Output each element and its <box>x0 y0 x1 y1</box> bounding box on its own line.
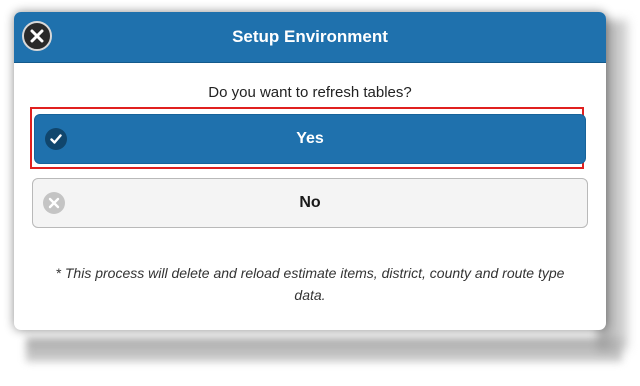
no-button[interactable]: No <box>32 178 588 228</box>
dialog-shadow-bottom <box>26 338 622 362</box>
yes-button[interactable]: Yes <box>34 114 586 164</box>
dialog-question: Do you want to refresh tables? <box>208 84 412 101</box>
process-note: * This process will delete and reload es… <box>55 265 565 303</box>
check-icon <box>45 128 67 150</box>
yes-button-label: Yes <box>296 130 324 147</box>
close-button[interactable] <box>22 21 52 51</box>
delete-icon <box>43 192 65 214</box>
no-button-label: No <box>299 194 321 211</box>
close-icon <box>30 29 44 43</box>
setup-environment-dialog: Setup Environment Do you want to refresh… <box>14 12 606 330</box>
dialog-header: Setup Environment <box>14 12 606 63</box>
dialog-title: Setup Environment <box>232 27 388 46</box>
